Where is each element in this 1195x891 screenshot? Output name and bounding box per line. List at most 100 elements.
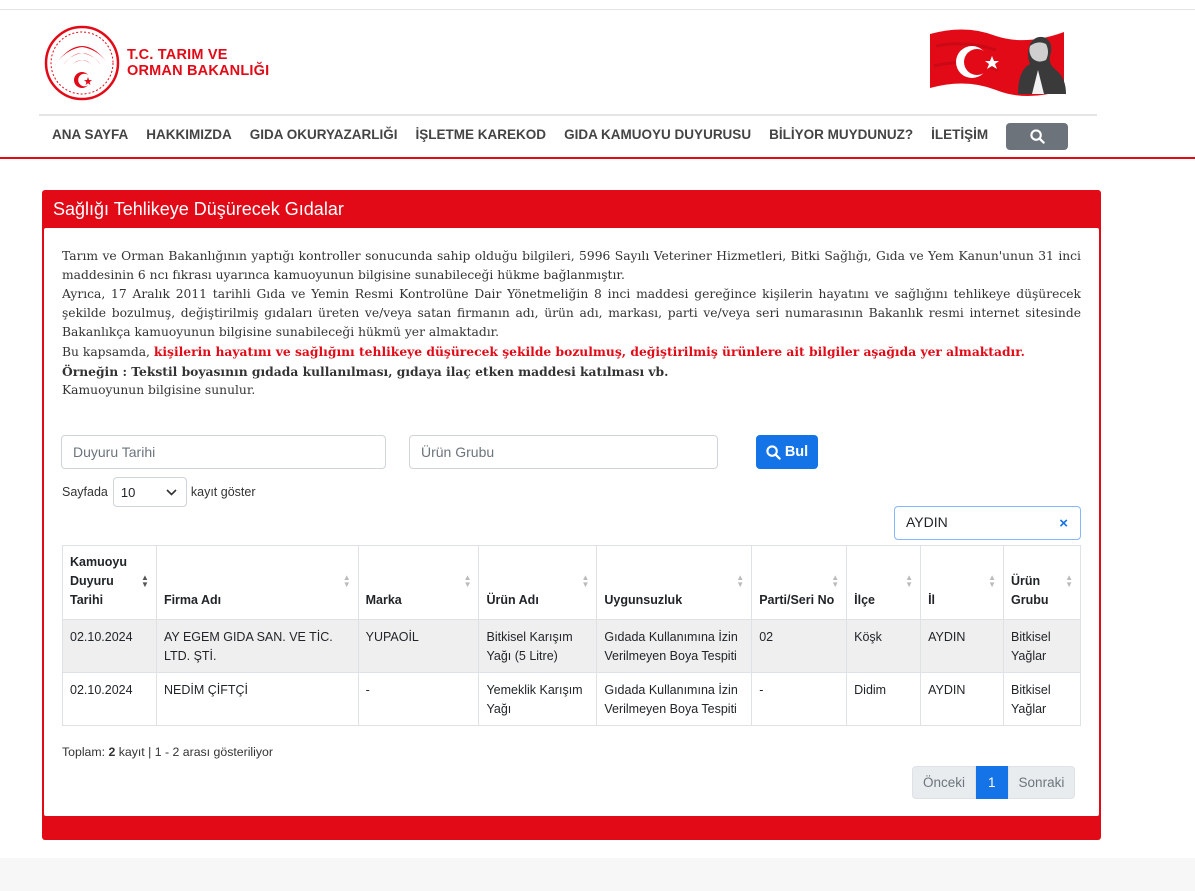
sort-icon: ▲ ▼ — [988, 573, 996, 589]
ministry-logo[interactable]: T.C. TARIM VE ORMAN BAKANLIĞI — [44, 25, 269, 101]
pagination: Önceki 1 Sonraki — [912, 766, 1076, 799]
cell-issue: Gıdada Kullanımına İzin Verilmeyen Boya … — [596, 619, 753, 673]
header-divider — [39, 114, 1097, 116]
sort-icon: ▲ ▼ — [905, 573, 914, 589]
cell-firm: NEDİM ÇİFTÇİ — [155, 672, 359, 726]
search-icon — [766, 444, 781, 460]
main-nav: ANA SAYFA HAKKIMIZDA GIDA OKURYAZARLIĞI … — [43, 123, 997, 153]
col-header-brand-label: Marka — [365, 593, 402, 607]
length-suffix: kayıt göster — [190, 485, 256, 499]
results-table: Kamuoyu Duyuru Tarihi ▲ ▼ Firma Adı ▲ ▼ Mark… — [62, 545, 1081, 726]
cell-city: AYDIN — [920, 619, 1004, 673]
cell-date: 02.10.2024 — [62, 619, 157, 673]
cell-product: Yemeklik Karışım Yağı — [478, 672, 598, 726]
nav-item-business-qr[interactable]: İŞLETME KAREKOD — [407, 123, 556, 153]
cell-product: Bitkisel Karışım Yağı (5 Litre) — [478, 619, 598, 673]
table-info: Toplam: 2 kayıt | 1 - 2 arası gösteriliy… — [62, 745, 273, 759]
intro-closing: Kamuoyunun bilgisine sunulur. — [62, 383, 256, 397]
sort-icon: ▲ ▼ — [342, 573, 351, 589]
table-filter-input[interactable]: AYDIN × — [894, 506, 1081, 540]
cell-lot: 02 — [751, 619, 848, 673]
col-header-product[interactable]: Ürün Adı ▲ ▼ — [478, 545, 598, 620]
col-header-product-label: Ürün Adı — [486, 593, 539, 607]
cell-district: Didim — [846, 672, 922, 726]
cell-firm: AY EGEM GIDA SAN. VE TİC. LTD. ŞTİ. — [155, 619, 359, 673]
cell-group: Bitkisel Yağlar — [1003, 672, 1081, 726]
logo-line-2: ORMAN BAKANLIĞI — [127, 63, 270, 79]
group-placeholder: Ürün Grubu — [421, 444, 495, 460]
page-length-select[interactable]: 10 — [112, 477, 187, 507]
page-1-button[interactable]: 1 — [976, 766, 1008, 799]
cell-city: AYDIN — [920, 672, 1004, 726]
cell-district: Köşk — [846, 619, 922, 673]
col-header-district[interactable]: İlçe ▲ ▼ — [846, 545, 922, 620]
cell-date: 02.10.2024 — [62, 672, 157, 726]
nav-item-contact[interactable]: İLETİŞİM — [922, 123, 997, 153]
info-prefix: Toplam: — [62, 745, 109, 759]
panel-body: Tarım ve Orman Bakanlığının yaptığı kont… — [44, 228, 1099, 816]
table-row: 02.10.2024 NEDİM ÇİFTÇİ - Yemeklik Karış… — [62, 672, 1081, 726]
col-header-district-label: İlçe — [854, 593, 875, 607]
col-header-city[interactable]: İl ▲ ▼ — [920, 545, 1004, 620]
intro-3-prefix: Bu kapsamda, — [62, 345, 154, 359]
col-header-date[interactable]: Kamuoyu Duyuru Tarihi ▲ ▼ — [62, 545, 157, 620]
chevron-down-icon — [166, 488, 177, 496]
logo-line-1: T.C. TARIM VE — [127, 47, 228, 63]
col-header-brand[interactable]: Marka ▲ ▼ — [357, 545, 480, 620]
info-suffix: kayıt | 1 - 2 arası gösteriliyor — [115, 745, 273, 759]
page-length-control: Sayfada 10 kayıt göster — [62, 477, 256, 507]
table-row: 02.10.2024 AY EGEM GIDA SAN. VE TİC. LTD… — [62, 619, 1081, 673]
header-search-button[interactable] — [1006, 123, 1068, 150]
sort-desc-icon: ▲ ▼ — [141, 573, 149, 589]
col-header-group[interactable]: Ürün Grubu ▲ ▼ — [1003, 545, 1081, 620]
sort-icon: ▲ ▼ — [1065, 573, 1073, 589]
col-header-lot[interactable]: Parti/Seri No ▲ ▼ — [751, 545, 848, 620]
cell-brand: - — [357, 672, 480, 726]
sort-icon: ▲ ▼ — [581, 573, 590, 589]
content-panel: Sağlığı Tehlikeye Düşürecek Gıdalar Tarı… — [42, 190, 1101, 840]
product-group-input[interactable]: Ürün Grubu — [409, 435, 718, 469]
sort-icon: ▲ ▼ — [463, 573, 472, 589]
header-red-line — [0, 157, 1195, 159]
date-placeholder: Duyuru Tarihi — [73, 444, 156, 460]
find-button[interactable]: Bul — [756, 435, 818, 469]
col-header-city-label: İl — [928, 593, 936, 607]
cell-lot: - — [751, 672, 848, 726]
col-header-group-label: Ürün Grubu — [1011, 574, 1049, 607]
length-prefix: Sayfada — [62, 485, 108, 499]
col-header-firm[interactable]: Firma Adı ▲ ▼ — [155, 545, 359, 620]
nav-item-about[interactable]: HAKKIMIZDA — [137, 123, 241, 153]
nav-item-home[interactable]: ANA SAYFA — [43, 123, 137, 153]
cell-issue: Gıdada Kullanımına İzin Verilmeyen Boya … — [596, 672, 753, 726]
intro-text: Tarım ve Orman Bakanlığının yaptığı kont… — [62, 247, 1081, 400]
col-header-issue-label: Uygunsuzluk — [604, 593, 683, 607]
sort-icon: ▲ ▼ — [831, 573, 840, 589]
table-header-row: Kamuoyu Duyuru Tarihi ▲ ▼ Firma Adı ▲ ▼ Mark… — [62, 545, 1081, 620]
col-header-issue[interactable]: Uygunsuzluk ▲ ▼ — [596, 545, 753, 620]
filter-value: AYDIN — [906, 514, 948, 530]
find-label: Bul — [784, 444, 809, 460]
next-page-button[interactable]: Sonraki — [1007, 766, 1076, 799]
previous-page-button[interactable]: Önceki — [912, 766, 977, 799]
intro-3-highlight: kişilerin hayatını ve sağlığını tehlikey… — [153, 344, 1025, 359]
announcement-date-input[interactable]: Duyuru Tarihi — [61, 435, 386, 469]
intro-paragraph-1: Tarım ve Orman Bakanlığının yaptığı kont… — [62, 249, 1081, 282]
panel-title: Sağlığı Tehlikeye Düşürecek Gıdalar — [53, 199, 344, 219]
cell-brand: YUPAOİL — [357, 619, 480, 673]
col-header-date-label: Kamuoyu Duyuru Tarihi — [70, 555, 127, 607]
intro-paragraph-3: Bu kapsamda, kişilerin hayatını ve sağlı… — [62, 342, 1081, 362]
flag-ataturk-image — [930, 29, 1066, 97]
footer-band — [0, 858, 1195, 891]
page-length-value: 10 — [120, 484, 136, 500]
ministry-emblem-icon — [44, 25, 120, 101]
cell-group: Bitkisel Yağlar — [1003, 619, 1081, 673]
nav-item-did-you-know[interactable]: BİLİYOR MUYDUNUZ? — [760, 123, 922, 153]
sort-icon: ▲ ▼ — [736, 573, 745, 589]
clear-filter-icon[interactable]: × — [1059, 515, 1068, 532]
nav-item-food-literacy[interactable]: GIDA OKURYAZARLIĞI — [241, 123, 407, 153]
col-header-lot-label: Parti/Seri No — [759, 593, 835, 607]
nav-item-public-notice[interactable]: GIDA KAMUOYU DUYURUSU — [555, 123, 760, 153]
search-icon — [1029, 129, 1045, 144]
col-header-firm-label: Firma Adı — [163, 593, 222, 607]
intro-example: Örneğin : Tekstil boyasının gıdada kulla… — [62, 364, 669, 379]
